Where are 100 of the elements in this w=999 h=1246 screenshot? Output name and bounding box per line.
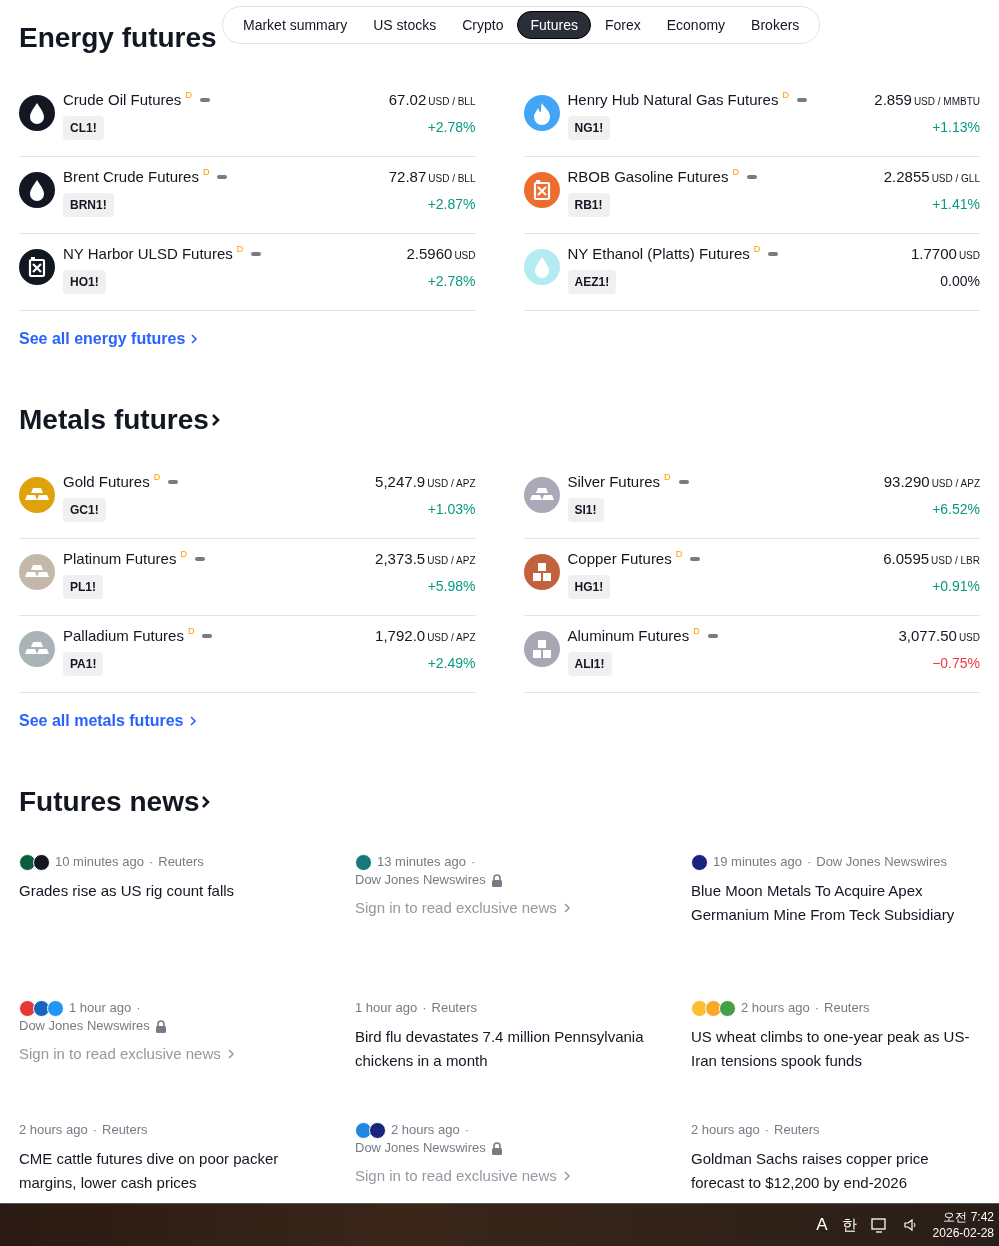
- news-source: Dow Jones Newswires: [816, 853, 947, 871]
- ticker-tag[interactable]: HO1!: [63, 270, 106, 294]
- speaker-icon[interactable]: [902, 1217, 919, 1233]
- price: 2.2855: [883, 167, 930, 187]
- price: 2.5960: [406, 244, 453, 264]
- ticker-tag[interactable]: GC1!: [63, 498, 106, 522]
- nav-tab[interactable]: US stocks: [361, 11, 449, 39]
- unit: USD / BLL: [428, 172, 476, 186]
- symbol-name[interactable]: RBOB Gasoline Futures: [567, 165, 729, 189]
- ticker-tag[interactable]: AEZ1!: [567, 270, 617, 294]
- change-percent: +2.87%: [427, 195, 476, 214]
- change-percent: +1.41%: [932, 195, 980, 214]
- price: 2.859: [874, 90, 912, 110]
- change-percent: +1.03%: [427, 500, 476, 519]
- ticker-tag[interactable]: NG1!: [567, 116, 611, 140]
- news-source: Reuters: [774, 1121, 820, 1139]
- ime-indicator[interactable]: 한: [841, 1213, 857, 1237]
- change-percent: +5.98%: [427, 577, 476, 596]
- nav-tab[interactable]: Forex: [592, 11, 653, 39]
- news-source: Reuters: [431, 999, 478, 1017]
- separator-dot: ·: [814, 999, 819, 1017]
- news-time: 10 minutes ago: [55, 853, 144, 871]
- ticker-tag[interactable]: RB1!: [567, 193, 610, 217]
- nav-tab[interactable]: Brokers: [739, 11, 812, 39]
- news-headline[interactable]: Goldman Sachs raises copper price forecast to $12,200 by end-2026: [691, 1147, 980, 1195]
- change-percent: +0.91%: [932, 577, 980, 596]
- price: 72.87: [388, 167, 427, 187]
- separator-dot: ·: [806, 853, 812, 871]
- nav-tab[interactable]: Futures: [517, 11, 591, 39]
- clock-time[interactable]: 오전 7:42: [943, 1209, 994, 1225]
- change-percent: +1.13%: [932, 118, 980, 137]
- news-headline[interactable]: Blue Moon Metals To Acquire Apex Germanium Mine From Teck Subsidiary: [691, 879, 980, 927]
- status-dash-icon: [168, 480, 179, 484]
- delayed-label: D: [675, 548, 683, 560]
- symbol-name[interactable]: NY Harbor ULSD Futures: [63, 242, 233, 266]
- clock-date[interactable]: 2026-02-28: [932, 1225, 994, 1241]
- ticker-tag[interactable]: CL1!: [63, 116, 104, 140]
- unit: USD: [958, 631, 980, 645]
- network-icon[interactable]: [870, 1217, 889, 1233]
- news-source: Dow Jones Newswires: [355, 871, 486, 889]
- news-time: 2 hours ago: [741, 999, 810, 1017]
- news-time: 1 hour ago: [69, 999, 132, 1017]
- see-all-link[interactable]: See all energy futures: [19, 329, 199, 349]
- price: 67.02: [388, 90, 427, 110]
- news-time: 13 minutes ago: [377, 853, 466, 871]
- section-heading[interactable]: Energy futures: [19, 17, 217, 59]
- status-dash-icon: [690, 557, 701, 561]
- nav-tab[interactable]: Crypto: [450, 11, 516, 39]
- unit: USD: [454, 249, 476, 263]
- symbol-name[interactable]: Henry Hub Natural Gas Futures: [567, 88, 779, 112]
- section-heading[interactable]: Futures news: [19, 781, 200, 823]
- news-headline[interactable]: Grades rise as US rig count falls: [19, 879, 308, 903]
- price: 6.0595: [883, 549, 930, 569]
- delayed-label: D: [185, 89, 192, 101]
- ticker-tag[interactable]: BRN1!: [63, 193, 114, 217]
- news-headline[interactable]: Bird flu devastates 7.4 million Pennsylvania chickens in a month: [355, 1025, 644, 1073]
- symbol-name[interactable]: Platinum Futures: [63, 547, 177, 571]
- unit: USD / APZ: [931, 477, 980, 491]
- nav-tab[interactable]: Economy: [654, 11, 738, 39]
- nav-tab[interactable]: Market summary: [231, 11, 360, 39]
- status-dash-icon: [202, 634, 213, 638]
- delayed-label: D: [153, 471, 161, 483]
- delayed-label: D: [202, 166, 210, 178]
- symbol-name[interactable]: Aluminum Futures: [567, 624, 690, 648]
- delayed-label: D: [753, 243, 761, 255]
- see-all-link[interactable]: See all metals futures: [19, 711, 197, 731]
- section-heading[interactable]: Metals futures: [19, 399, 209, 441]
- symbol-name[interactable]: Brent Crude Futures: [63, 165, 199, 189]
- unit: USD: [958, 249, 980, 263]
- symbol-name[interactable]: Copper Futures: [567, 547, 672, 571]
- input-mode-indicator[interactable]: A: [816, 1212, 828, 1238]
- delayed-label: D: [732, 166, 739, 178]
- separator-dot: ·: [92, 1121, 97, 1139]
- ticker-tag[interactable]: PL1!: [63, 575, 103, 599]
- news-headline[interactable]: CME cattle futures dive on poor packer margins, lower cash prices: [19, 1147, 308, 1195]
- news-source: Reuters: [102, 1121, 148, 1139]
- ticker-tag[interactable]: SI1!: [567, 498, 604, 522]
- ticker-tag[interactable]: PA1!: [63, 652, 104, 676]
- chevron-right-icon: [190, 334, 199, 344]
- symbol-name[interactable]: Crude Oil Futures: [63, 88, 182, 112]
- price: 2,373.5: [375, 549, 426, 569]
- unit: USD / GLL: [931, 172, 980, 186]
- symbol-name[interactable]: NY Ethanol (Platts) Futures: [567, 242, 750, 266]
- price: 93.290: [883, 472, 930, 492]
- news-source: Reuters: [158, 853, 204, 871]
- status-dash-icon: [199, 98, 210, 102]
- delayed-label: D: [782, 89, 789, 101]
- symbol-name[interactable]: Gold Futures: [63, 470, 150, 494]
- status-dash-icon: [796, 98, 807, 102]
- symbol-name[interactable]: Silver Futures: [567, 470, 661, 494]
- price: 1,792.0: [375, 626, 426, 646]
- delayed-label: D: [187, 625, 195, 637]
- news-source: Dow Jones Newswires: [355, 1139, 486, 1157]
- separator-dot: ·: [148, 853, 154, 871]
- ticker-tag[interactable]: ALI1!: [567, 652, 612, 676]
- ticker-tag[interactable]: HG1!: [567, 575, 611, 599]
- change-percent: +2.78%: [427, 118, 476, 137]
- symbol-name[interactable]: Palladium Futures: [63, 624, 184, 648]
- unit: USD / APZ: [427, 554, 476, 568]
- news-headline[interactable]: US wheat climbs to one-year peak as US-Iran tensions spook funds: [691, 1025, 980, 1073]
